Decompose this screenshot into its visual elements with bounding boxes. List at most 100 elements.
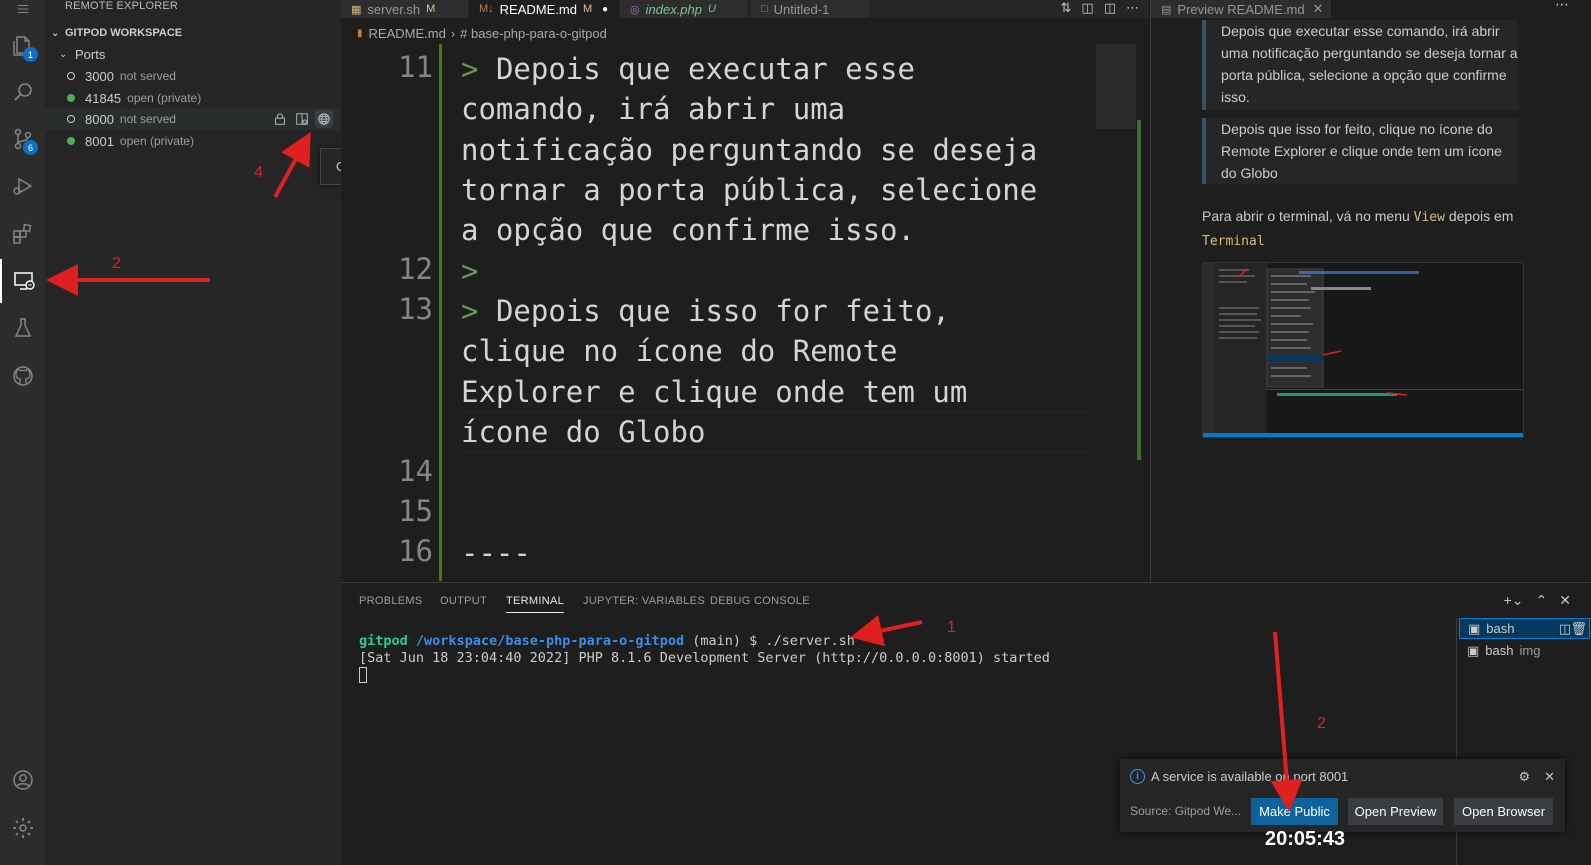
compare-icon[interactable]: ⇅ (1061, 0, 1072, 16)
line-number: 13 (398, 292, 433, 326)
open-browser-button[interactable]: Open Browser (1454, 798, 1553, 825)
preview-side-icon[interactable]: ◫ (1081, 0, 1093, 16)
file-icon: □ (761, 3, 768, 15)
close-icon[interactable]: ✕ (1544, 769, 1555, 785)
code-line-12: > (461, 254, 479, 288)
annotation-number: 1 (947, 619, 956, 636)
tab-server-sh[interactable]: ▦ server.sh M (341, 0, 468, 18)
sidebar-title: REMOTE EXPLORER (65, 0, 179, 12)
minimap[interactable] (1096, 44, 1136, 129)
notification-message: i A service is available on port 8001 (1130, 769, 1348, 784)
editor-actions: ⇅ ◫ ◫ ⋯ (1061, 0, 1140, 16)
lock-icon[interactable] (271, 110, 289, 128)
manage-gear-icon[interactable] (0, 806, 45, 850)
more-actions-icon[interactable]: ⋯ (1555, 0, 1569, 13)
explorer-badge: 1 (23, 47, 38, 62)
notification-source: Source: Gitpod We... (1130, 804, 1242, 818)
panel-actions: +⌄ ⌃ ✕ (1504, 592, 1571, 609)
new-terminal-icon[interactable]: +⌄ (1504, 592, 1524, 609)
remote-explorer-icon[interactable] (0, 259, 45, 303)
preview-blockquote: Depois que isso for feito, clique no íco… (1202, 118, 1518, 184)
code-line-16: ---- (461, 536, 531, 570)
annotation-number: 2 (1317, 715, 1326, 732)
tab-terminal[interactable]: TERMINAL (506, 595, 565, 613)
scm-badge: 6 (23, 140, 38, 155)
php-file-icon: ◎ (630, 3, 640, 16)
open-preview-icon[interactable] (293, 110, 311, 128)
terminal-item[interactable]: ▣ bash ◫ 🗑 (1459, 618, 1590, 639)
terminal-output-line: [Sat Jun 18 23:04:40 2022] PHP 8.1.6 Dev… (359, 650, 1050, 666)
split-editor-icon[interactable]: ◫ (1104, 0, 1116, 16)
preview-icon: ▤ (1161, 3, 1172, 16)
markdown-file-icon: ▮ (357, 27, 363, 39)
line-number: 15 (398, 494, 433, 528)
breadcrumb: ▮ README.md › # base-php-para-o-gitpod (341, 22, 1149, 44)
annotation-number: 4 (254, 164, 263, 181)
markdown-preview: ▤ Preview README.md ✕ ⋯ Depois que execu… (1150, 0, 1591, 581)
tab-jupyter-variables[interactable]: JUPYTER: VARIABLES (583, 595, 705, 607)
tab-readme-md[interactable]: M↓ README.md M ● (469, 0, 619, 18)
split-terminal-icon[interactable]: ◫ (1559, 621, 1571, 637)
tab-index-php[interactable]: ◎ index.php U (620, 0, 747, 18)
trash-icon[interactable]: 🗑 (1570, 621, 1587, 637)
shell-file-icon: ▦ (351, 3, 362, 16)
terminal-icon: ▣ (1467, 642, 1480, 658)
chevron-right-icon: › (450, 25, 456, 41)
activity-bar: 1 6 (0, 0, 45, 865)
account-icon[interactable] (0, 758, 45, 802)
preview-paragraph: Para abrir o terminal, vá no menu View d… (1202, 208, 1514, 249)
port-status-icon (67, 115, 75, 123)
markdown-file-icon: M↓ (479, 3, 494, 15)
chevron-down-icon: ⌄ (59, 48, 68, 60)
close-panel-icon[interactable]: ✕ (1559, 592, 1571, 609)
close-icon[interactable]: ✕ (1313, 1, 1324, 17)
tab-preview-readme[interactable]: ▤ Preview README.md ✕ (1151, 0, 1331, 18)
search-icon[interactable] (0, 70, 45, 114)
line-number: 12 (398, 252, 433, 286)
port-row[interactable]: 8000 not served (45, 108, 341, 130)
testing-icon[interactable] (0, 306, 45, 350)
menu-icon[interactable] (0, 0, 45, 18)
gear-icon[interactable]: ⚙ (1518, 769, 1530, 785)
more-actions-icon[interactable]: ⋯ (1126, 0, 1139, 16)
preview-blockquote: Depois que executar esse comando, irá ab… (1202, 20, 1518, 110)
preview-screenshot-image (1202, 262, 1524, 438)
tab-debug-console[interactable]: DEBUG CONSOLE (710, 595, 810, 607)
breadcrumb-file[interactable]: README.md (369, 26, 446, 41)
remote-explorer-sidebar: REMOTE EXPLORER ⌄ GITPOD WORKSPACE ⌄ Por… (45, 0, 341, 865)
extensions-icon[interactable] (0, 212, 45, 256)
github-icon[interactable] (0, 354, 45, 398)
open-preview-button[interactable]: Open Preview (1348, 798, 1443, 825)
port-status-icon (67, 137, 75, 145)
tab-untitled-1[interactable]: □ Untitled-1 (751, 0, 869, 18)
editor-tabs: ▦ server.sh M M↓ README.md M ● ◎ index.p… (341, 0, 1149, 18)
port-row[interactable]: 8001 open (private) (45, 130, 341, 152)
line-number: 11 (398, 50, 433, 84)
port-notification: i A service is available on port 8001 ⚙ … (1120, 759, 1565, 832)
notification-actions: ⚙ ✕ (1518, 769, 1555, 785)
annotation-number: 2 (112, 255, 121, 272)
maximize-panel-icon[interactable]: ⌃ (1536, 592, 1548, 609)
port-row[interactable]: 3000 not served (45, 65, 341, 87)
globe-icon[interactable] (315, 110, 333, 128)
terminal-prompt-line: gitpod /workspace/base-php-para-o-gitpod… (359, 633, 855, 649)
port-row[interactable]: 41845 open (private) (45, 87, 341, 109)
editor-scrollbar[interactable] (1137, 120, 1141, 460)
tab-problems[interactable]: PROBLEMS (359, 595, 423, 607)
breadcrumb-section[interactable]: # base-php-para-o-gitpod (460, 26, 607, 41)
tab-output[interactable]: OUTPUT (440, 595, 487, 607)
git-added-gutter (439, 44, 442, 581)
code-line-13: > Depois que isso for feito, clique no í… (461, 294, 968, 449)
line-number: 16 (398, 534, 433, 568)
source-control-icon[interactable]: 6 (0, 117, 45, 161)
ports-group[interactable]: ⌄ Ports (45, 43, 341, 65)
terminal-cursor[interactable] (359, 667, 367, 683)
explorer-icon[interactable]: 1 (0, 24, 45, 68)
line-number: 14 (398, 454, 433, 488)
terminal-icon: ▣ (1468, 620, 1481, 636)
workspace-section-header[interactable]: ⌄ GITPOD WORKSPACE (45, 23, 341, 43)
unsaved-dot-icon[interactable]: ● (602, 4, 608, 15)
make-public-button[interactable]: Make Public (1251, 798, 1338, 825)
run-debug-icon[interactable] (0, 164, 45, 208)
terminal-item[interactable]: ▣ bash img (1459, 640, 1590, 661)
